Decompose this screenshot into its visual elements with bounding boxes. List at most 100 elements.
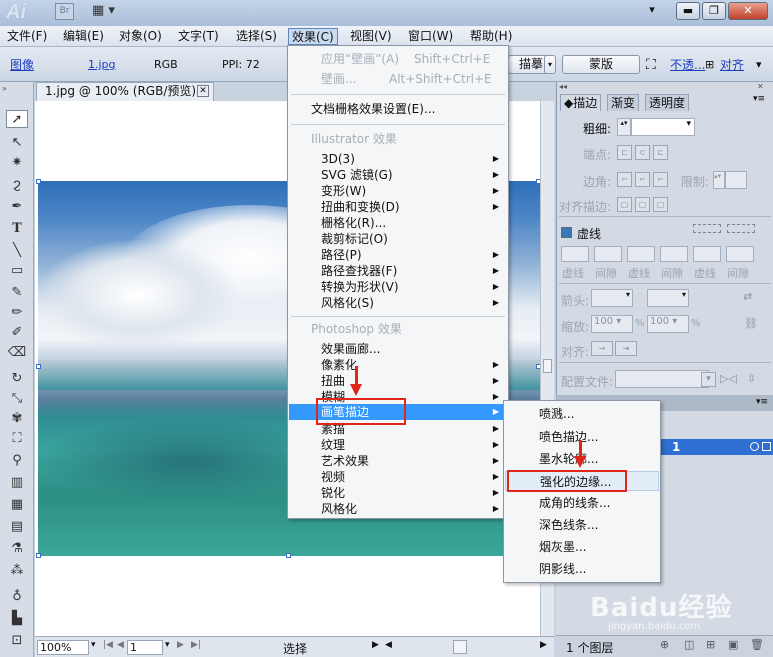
menu-view[interactable]: 视图(V): [347, 28, 395, 45]
panel-close-icon[interactable]: ✕: [757, 82, 764, 91]
gap-field[interactable]: [726, 246, 754, 262]
menu-item-path[interactable]: 路径(P) ▶: [289, 247, 507, 263]
apply-last-effect-item[interactable]: 应用“壁画”(A) Shift+Ctrl+E: [289, 51, 507, 67]
dash-field[interactable]: [693, 246, 721, 262]
warp-tool-icon[interactable]: ✾: [6, 410, 28, 428]
menu-edit[interactable]: 编辑(E): [60, 28, 107, 45]
arrange-documents-icon[interactable]: ▦ ▾: [92, 3, 122, 20]
menu-item-convert-to-shape[interactable]: 转换为形状(V) ▶: [289, 279, 507, 295]
maximize-button[interactable]: ❐: [702, 2, 726, 20]
submenu-item-sumi-e[interactable]: 烟灰墨...: [505, 537, 659, 557]
panel-menu-icon[interactable]: ▾≡: [756, 397, 768, 407]
rotate-tool-icon[interactable]: ↻: [6, 370, 28, 388]
menu-item-pixelate[interactable]: 像素化 ▶: [289, 357, 507, 373]
flip-across-icon[interactable]: ⇳: [747, 372, 756, 385]
paintbrush-tool-icon[interactable]: ✎: [6, 284, 28, 302]
dash-align-icon[interactable]: [727, 224, 755, 233]
menu-item-crop-marks[interactable]: 裁剪标记(O): [289, 231, 507, 247]
projecting-cap-icon[interactable]: ⊏: [653, 145, 668, 160]
delete-layer-icon[interactable]: 🗑: [750, 638, 764, 651]
new-sublayer-icon[interactable]: ⊞: [706, 638, 715, 651]
horizontal-scroll-thumb[interactable]: [453, 640, 467, 654]
bounding-box-handle[interactable]: [36, 553, 41, 558]
tab-gradient[interactable]: 渐变: [607, 94, 640, 111]
status-menu-icon[interactable]: ▶: [372, 640, 379, 650]
align-center-icon[interactable]: ▢: [617, 197, 632, 212]
mask-button[interactable]: 蒙版: [562, 55, 640, 74]
magic-wand-tool-icon[interactable]: ✷: [6, 154, 28, 172]
recolor-icon[interactable]: ⛶: [646, 57, 656, 73]
scroll-right-icon[interactable]: ▶: [540, 640, 547, 650]
filename-link[interactable]: 1.jpg: [88, 57, 116, 73]
align-link[interactable]: 对齐: [720, 57, 744, 73]
lasso-tool-icon[interactable]: ϩ: [6, 176, 28, 194]
workspace-dropdown-icon[interactable]: ▾: [642, 2, 662, 20]
symbol-sprayer-tool-icon[interactable]: ♁: [6, 588, 28, 606]
menu-item-sharpen[interactable]: 锐化 ▶: [289, 485, 507, 501]
eraser-tool-icon[interactable]: ⌫: [6, 344, 28, 362]
bridge-button[interactable]: Br: [55, 3, 74, 20]
tab-stroke[interactable]: ◆描边: [560, 94, 602, 111]
align-icon[interactable]: ⊞: [705, 57, 714, 73]
menu-item-texture[interactable]: 纹理 ▶: [289, 437, 507, 453]
first-artboard-icon[interactable]: |◀: [103, 640, 113, 650]
menu-item-distort[interactable]: 扭曲 ▶: [289, 373, 507, 389]
tab-transparency[interactable]: 透明度: [645, 94, 690, 111]
gap-field[interactable]: [660, 246, 688, 262]
next-artboard-icon[interactable]: ▶: [177, 640, 184, 650]
menu-type[interactable]: 文字(T): [175, 28, 222, 45]
menu-help[interactable]: 帮助(H): [467, 28, 515, 45]
scroll-left-icon[interactable]: ◀: [385, 640, 392, 650]
zoom-dropdown-icon[interactable]: ▾: [91, 640, 96, 650]
menu-effects[interactable]: 效果(C): [288, 28, 338, 45]
menu-item-stylize-ai[interactable]: 风格化(S) ▶: [289, 295, 507, 311]
blend-tool-icon[interactable]: ⁂: [6, 562, 28, 580]
last-artboard-icon[interactable]: ▶|: [191, 640, 201, 650]
scrollbar-thumb[interactable]: [543, 359, 552, 373]
line-tool-icon[interactable]: ╲: [6, 242, 28, 260]
submenu-item-crosshatch[interactable]: 阴影线...: [505, 559, 659, 579]
menu-item-distort-transform[interactable]: 扭曲和变换(D) ▶: [289, 199, 507, 215]
layer-row[interactable]: 1: [660, 439, 773, 455]
panel-menu-icon[interactable]: ▾≡: [753, 94, 765, 104]
align-inside-icon[interactable]: ▢: [635, 197, 650, 212]
raster-settings-item[interactable]: 文档栅格效果设置(E)...: [289, 101, 507, 117]
more-icon[interactable]: ▾: [756, 57, 762, 73]
close-tab-icon[interactable]: ✕: [197, 85, 209, 97]
limit-field[interactable]: [725, 171, 747, 189]
submenu-item-dark-strokes[interactable]: 深色线条...: [505, 515, 659, 535]
arrow-tip-beyond-icon[interactable]: →: [591, 341, 613, 356]
menu-object[interactable]: 对象(O): [116, 28, 165, 45]
trace-preset-dropdown[interactable]: ▾: [544, 55, 556, 74]
swap-arrowheads-icon[interactable]: ⇄: [743, 290, 752, 303]
previous-artboard-icon[interactable]: ◀: [117, 640, 124, 650]
layer-selection-icon[interactable]: [762, 442, 771, 451]
menu-item-effect-gallery[interactable]: 效果画廊...: [289, 341, 507, 357]
document-tab[interactable]: 1.jpg @ 100% (RGB/预览) ✕: [36, 82, 214, 101]
make-clipping-mask-icon[interactable]: ◫: [684, 638, 694, 651]
gradient-tool-icon[interactable]: ▤: [6, 518, 28, 536]
shape-builder-tool-icon[interactable]: ⚲: [6, 452, 28, 470]
limit-stepper[interactable]: ▴▾: [713, 171, 725, 189]
menu-file[interactable]: 文件(F): [4, 28, 50, 45]
pencil-tool-icon[interactable]: ✏: [6, 304, 28, 322]
minimize-button[interactable]: ▬: [676, 2, 700, 20]
dash-field[interactable]: [561, 246, 589, 262]
new-layer-icon[interactable]: ▣: [728, 638, 738, 651]
menu-item-artistic[interactable]: 艺术效果 ▶: [289, 453, 507, 469]
dash-preserve-icon[interactable]: [693, 224, 721, 233]
pen-tool-icon[interactable]: ✒: [6, 198, 28, 216]
locate-object-icon[interactable]: ⊕: [660, 638, 669, 651]
column-graph-tool-icon[interactable]: ▙: [6, 610, 28, 628]
menu-item-warp[interactable]: 变形(W) ▶: [289, 183, 507, 199]
dashed-line-checkbox[interactable]: [561, 227, 572, 238]
link-scale-icon[interactable]: ⛓: [744, 317, 758, 330]
submenu-item-spatter[interactable]: 喷溅...: [505, 404, 659, 424]
profile-dropdown-icon[interactable]: ▾: [701, 372, 716, 387]
layer-target-icon[interactable]: [750, 442, 759, 451]
graph-tool-icon[interactable]: ▥: [6, 474, 28, 492]
start-arrowhead-dropdown[interactable]: ▾: [591, 289, 633, 307]
rectangle-tool-icon[interactable]: ▭: [6, 262, 28, 280]
round-cap-icon[interactable]: ⊂: [635, 145, 650, 160]
artboard-number-field[interactable]: 1: [127, 640, 163, 655]
